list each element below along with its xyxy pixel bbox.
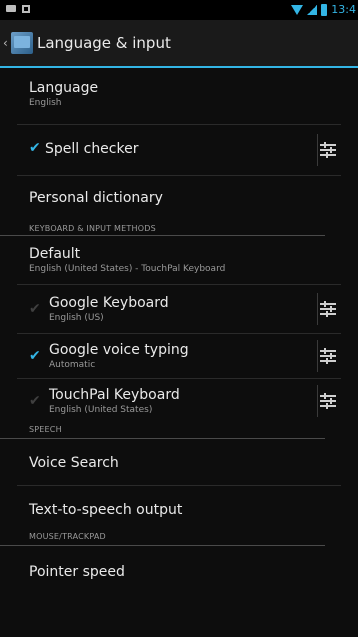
checkbox-icon[interactable] [29,393,41,409]
language-title: Language [29,80,99,96]
settings-icon[interactable] [320,142,336,158]
battery-icon [321,3,328,16]
language-summary: English [29,98,62,108]
touchpal-keyboard-title: TouchPal Keyboard [49,387,180,403]
touchpal-keyboard-pref[interactable]: TouchPal Keyboard English (United States… [0,379,358,423]
checkbox-icon[interactable] [29,140,41,156]
google-voice-typing-text: Google voice typing Automatic [49,342,189,370]
voice-search-pref[interactable]: Voice Search [0,439,358,485]
section-header-mouse: MOUSE/TRACKPAD [0,530,325,546]
system-icons: 13:4 [291,3,356,16]
notification-icon [22,5,30,13]
settings-icon[interactable] [320,393,336,409]
language-pref[interactable]: Language English [0,70,358,124]
vertical-divider [317,385,318,417]
spell-checker-pref[interactable]: Spell checker [0,125,358,175]
pointer-speed-pref[interactable]: Pointer speed [0,546,358,594]
vertical-divider [317,134,318,166]
checkbox-icon[interactable] [29,348,41,364]
settings-icon[interactable] [320,348,336,364]
touchpal-keyboard-summary: English (United States) [49,405,153,415]
notification-icons [6,5,30,13]
default-title: Default [29,246,81,262]
notification-icon [6,5,16,12]
personal-dictionary-title: Personal dictionary [29,190,163,206]
google-voice-typing-summary: Automatic [49,360,96,370]
app-icon[interactable] [11,32,33,54]
default-summary: English (United States) - TouchPal Keybo… [29,264,226,274]
pointer-speed-title: Pointer speed [29,564,125,580]
google-keyboard-title: Google Keyboard [49,295,169,311]
spell-checker-title: Spell checker [45,141,139,157]
vertical-divider [317,293,318,325]
back-icon[interactable]: ‹ [3,36,8,50]
checkbox-icon[interactable] [29,301,41,317]
google-keyboard-summary: English (US) [49,313,104,323]
section-header-keyboard: KEYBOARD & INPUT METHODS [0,222,325,236]
tts-title: Text-to-speech output [29,502,183,518]
tts-pref[interactable]: Text-to-speech output [0,486,358,530]
signal-icon [307,4,318,15]
status-bar: 13:4 [0,0,358,20]
vertical-divider [317,340,318,372]
section-header-speech: SPEECH [0,423,325,439]
google-voice-typing-title: Google voice typing [49,342,189,358]
personal-dictionary-pref[interactable]: Personal dictionary [0,176,358,222]
google-keyboard-pref[interactable]: Google Keyboard English (US) [0,285,358,333]
voice-search-title: Voice Search [29,455,119,471]
wifi-icon [291,4,304,15]
settings-list: Language English Spell checker Personal … [0,70,358,594]
default-pref[interactable]: Default English (United States) - TouchP… [0,236,358,284]
settings-icon[interactable] [320,301,336,317]
action-bar: ‹ Language & input [0,20,358,68]
page-title: Language & input [37,34,171,52]
clock: 13:4 [331,3,356,16]
google-voice-typing-pref[interactable]: Google voice typing Automatic [0,334,358,378]
touchpal-keyboard-text: TouchPal Keyboard English (United States… [49,387,180,415]
google-keyboard-text: Google Keyboard English (US) [49,295,169,323]
